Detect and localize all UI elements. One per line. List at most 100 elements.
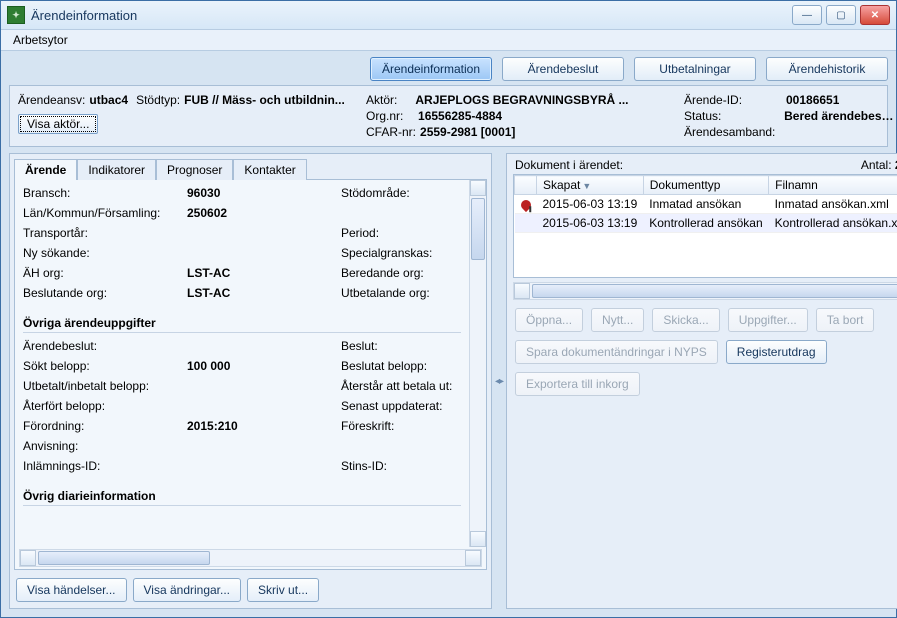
sokt-value: 100 000: [187, 359, 337, 373]
form-scroll-area: Bransch: 96030 Stödområde: Län/Kommun/Fö…: [15, 180, 486, 547]
pin-icon: [518, 198, 532, 212]
skriv-ut-button[interactable]: Skriv ut...: [247, 578, 319, 602]
forordning-value: 2015:210: [187, 419, 337, 433]
doc-header-label: Dokument i ärendet:: [515, 158, 623, 172]
doc-action-row-1: Öppna... Nytt... Skicka... Uppgifter... …: [507, 306, 897, 334]
stodomrade-label: Stödområde:: [341, 186, 461, 200]
stins-label: Stins-ID:: [341, 459, 461, 473]
spara-button[interactable]: Spara dokumentändringar i NYPS: [515, 340, 718, 364]
cell-skapat: 2015-06-03 13:19: [537, 195, 644, 214]
nav-arendebeslut[interactable]: Ärendebeslut: [502, 57, 624, 81]
cell-typ: Kontrollerad ansökan: [643, 214, 768, 233]
cfar-label: CFAR-nr:: [366, 124, 416, 140]
col-icon[interactable]: [515, 176, 537, 195]
utbetalt-label: Utbetalt/inbetalt belopp:: [23, 379, 183, 393]
specialgranskas-label: Specialgranskas:: [341, 246, 461, 260]
cell-skapat: 2015-06-03 13:19: [537, 214, 644, 233]
exportera-button[interactable]: Exportera till inkorg: [515, 372, 640, 396]
stodtyp-label: Stödtyp:: [136, 92, 180, 108]
left-bottom-buttons: Visa händelser... Visa ändringar... Skri…: [10, 574, 491, 608]
beslutande-value: LST-AC: [187, 286, 337, 300]
lkf-label: Län/Kommun/Församling:: [23, 206, 183, 220]
sokt-label: Sökt belopp:: [23, 359, 183, 373]
beslut-label: Beslut:: [341, 339, 461, 353]
doc-header: Dokument i ärendet: Antal: 2 st: [507, 154, 897, 174]
visa-andringar-button[interactable]: Visa ändringar...: [133, 578, 242, 602]
splitter[interactable]: ◂▸: [496, 153, 502, 609]
col-dokumenttyp[interactable]: Dokumenttyp: [643, 176, 768, 195]
tab-indikatorer[interactable]: Indikatorer: [77, 159, 156, 180]
form-vertical-scrollbar[interactable]: [469, 180, 486, 547]
table-row[interactable]: 2015-06-03 13:19 Inmatad ansökan Inmatad…: [515, 195, 897, 214]
left-tabs: Ärende Indikatorer Prognoser Kontakter: [10, 154, 491, 179]
close-button[interactable]: ✕: [860, 5, 890, 25]
beslutat-label: Beslutat belopp:: [341, 359, 461, 373]
form-horizontal-scrollbar[interactable]: [19, 549, 482, 567]
ahorg-label: ÄH org:: [23, 266, 183, 280]
inlamnings-label: Inlämnings-ID:: [23, 459, 183, 473]
bransch-label: Bransch:: [23, 186, 183, 200]
transportar-label: Transportår:: [23, 226, 183, 240]
document-table: Skapat▼ Dokumenttyp Filnamn 2015-06-03 1…: [513, 174, 897, 278]
bransch-value: 96030: [187, 186, 337, 200]
form-content: Bransch: 96030 Stödområde: Län/Kommun/Fö…: [15, 180, 469, 547]
senast-label: Senast uppdaterat:: [341, 399, 461, 413]
ahorg-value: LST-AC: [187, 266, 337, 280]
section-diarie: Övrig diarieinformation: [23, 483, 461, 506]
lkf-value: 250602: [187, 206, 337, 220]
split-container: Ärende Indikatorer Prognoser Kontakter B…: [9, 153, 888, 609]
tab-prognoser[interactable]: Prognoser: [156, 159, 233, 180]
client-area: Ärendeinformation Ärendebeslut Utbetalni…: [1, 51, 896, 617]
title-bar: ✦ Ärendeinformation — ▢ ✕: [1, 1, 896, 30]
aktor-value: ARJEPLOGS BEGRAVNINGSBYRÅ ...: [415, 92, 628, 108]
ta-bort-button[interactable]: Ta bort: [816, 308, 875, 332]
status-label: Status:: [684, 108, 780, 124]
nav-utbetalningar[interactable]: Utbetalningar: [634, 57, 756, 81]
nav-arendehistorik[interactable]: Ärendehistorik: [766, 57, 888, 81]
skicka-button[interactable]: Skicka...: [652, 308, 719, 332]
info-panel: Ärendeansv: utbac4 Stödtyp: FUB // Mäss-…: [9, 85, 888, 147]
orgnr-value: 16556285-4884: [418, 108, 502, 124]
anvisning-label: Anvisning:: [23, 439, 183, 453]
nysokande-label: Ny sökande:: [23, 246, 183, 260]
arendesamband-label: Ärendesamband:: [684, 124, 775, 140]
maximize-button[interactable]: ▢: [826, 5, 856, 25]
tab-body: Bransch: 96030 Stödområde: Län/Kommun/Fö…: [14, 179, 487, 570]
tab-kontakter[interactable]: Kontakter: [233, 159, 306, 180]
arendeansv-label: Ärendeansv:: [18, 92, 85, 108]
period-label: Period:: [341, 226, 461, 240]
registerutdrag-button[interactable]: Registerutdrag: [726, 340, 827, 364]
oppna-button[interactable]: Öppna...: [515, 308, 583, 332]
section-ovriga: Övriga ärendeuppgifter: [23, 310, 461, 333]
top-nav: Ärendeinformation Ärendebeslut Utbetalni…: [9, 57, 888, 81]
minimize-button[interactable]: —: [792, 5, 822, 25]
menu-workspaces[interactable]: Arbetsytor: [7, 31, 74, 49]
window-controls: — ▢ ✕: [792, 5, 890, 25]
tab-arende[interactable]: Ärende: [14, 159, 77, 180]
table-row[interactable]: 2015-06-03 13:19 Kontrollerad ansökan Ko…: [515, 214, 897, 233]
uppgifter-button[interactable]: Uppgifter...: [728, 308, 808, 332]
aktor-label: Aktör:: [366, 92, 397, 108]
visa-aktor-button[interactable]: Visa aktör...: [18, 114, 98, 134]
app-window: ✦ Ärendeinformation — ▢ ✕ Arbetsytor Äre…: [0, 0, 897, 618]
beslutande-label: Beslutande org:: [23, 286, 183, 300]
cell-fil: Inmatad ansökan.xml: [769, 195, 897, 214]
stodtyp-value: FUB // Mäss- och utbildnin...: [184, 92, 345, 108]
doc-horizontal-scrollbar[interactable]: [513, 282, 897, 300]
nytt-button[interactable]: Nytt...: [591, 308, 644, 332]
status-value: Bered ärendebeslut: [784, 108, 894, 124]
aterstar-label: Återstår att betala ut:: [341, 379, 461, 393]
cfar-value: 2559-2981 [0001]: [420, 124, 515, 140]
foreskrift-label: Föreskrift:: [341, 419, 461, 433]
col-skapat[interactable]: Skapat▼: [537, 176, 644, 195]
left-pane: Ärende Indikatorer Prognoser Kontakter B…: [9, 153, 492, 609]
arendebeslut-label: Ärendebeslut:: [23, 339, 183, 353]
forordning-label: Förordning:: [23, 419, 183, 433]
visa-handelser-button[interactable]: Visa händelser...: [16, 578, 127, 602]
col-filnamn[interactable]: Filnamn: [769, 176, 897, 195]
window-title: Ärendeinformation: [31, 8, 792, 23]
menu-bar: Arbetsytor: [1, 30, 896, 51]
cell-fil: Kontrollerad ansökan.xml: [769, 214, 897, 233]
aterfort-label: Återfört belopp:: [23, 399, 183, 413]
nav-arendeinformation[interactable]: Ärendeinformation: [370, 57, 492, 81]
